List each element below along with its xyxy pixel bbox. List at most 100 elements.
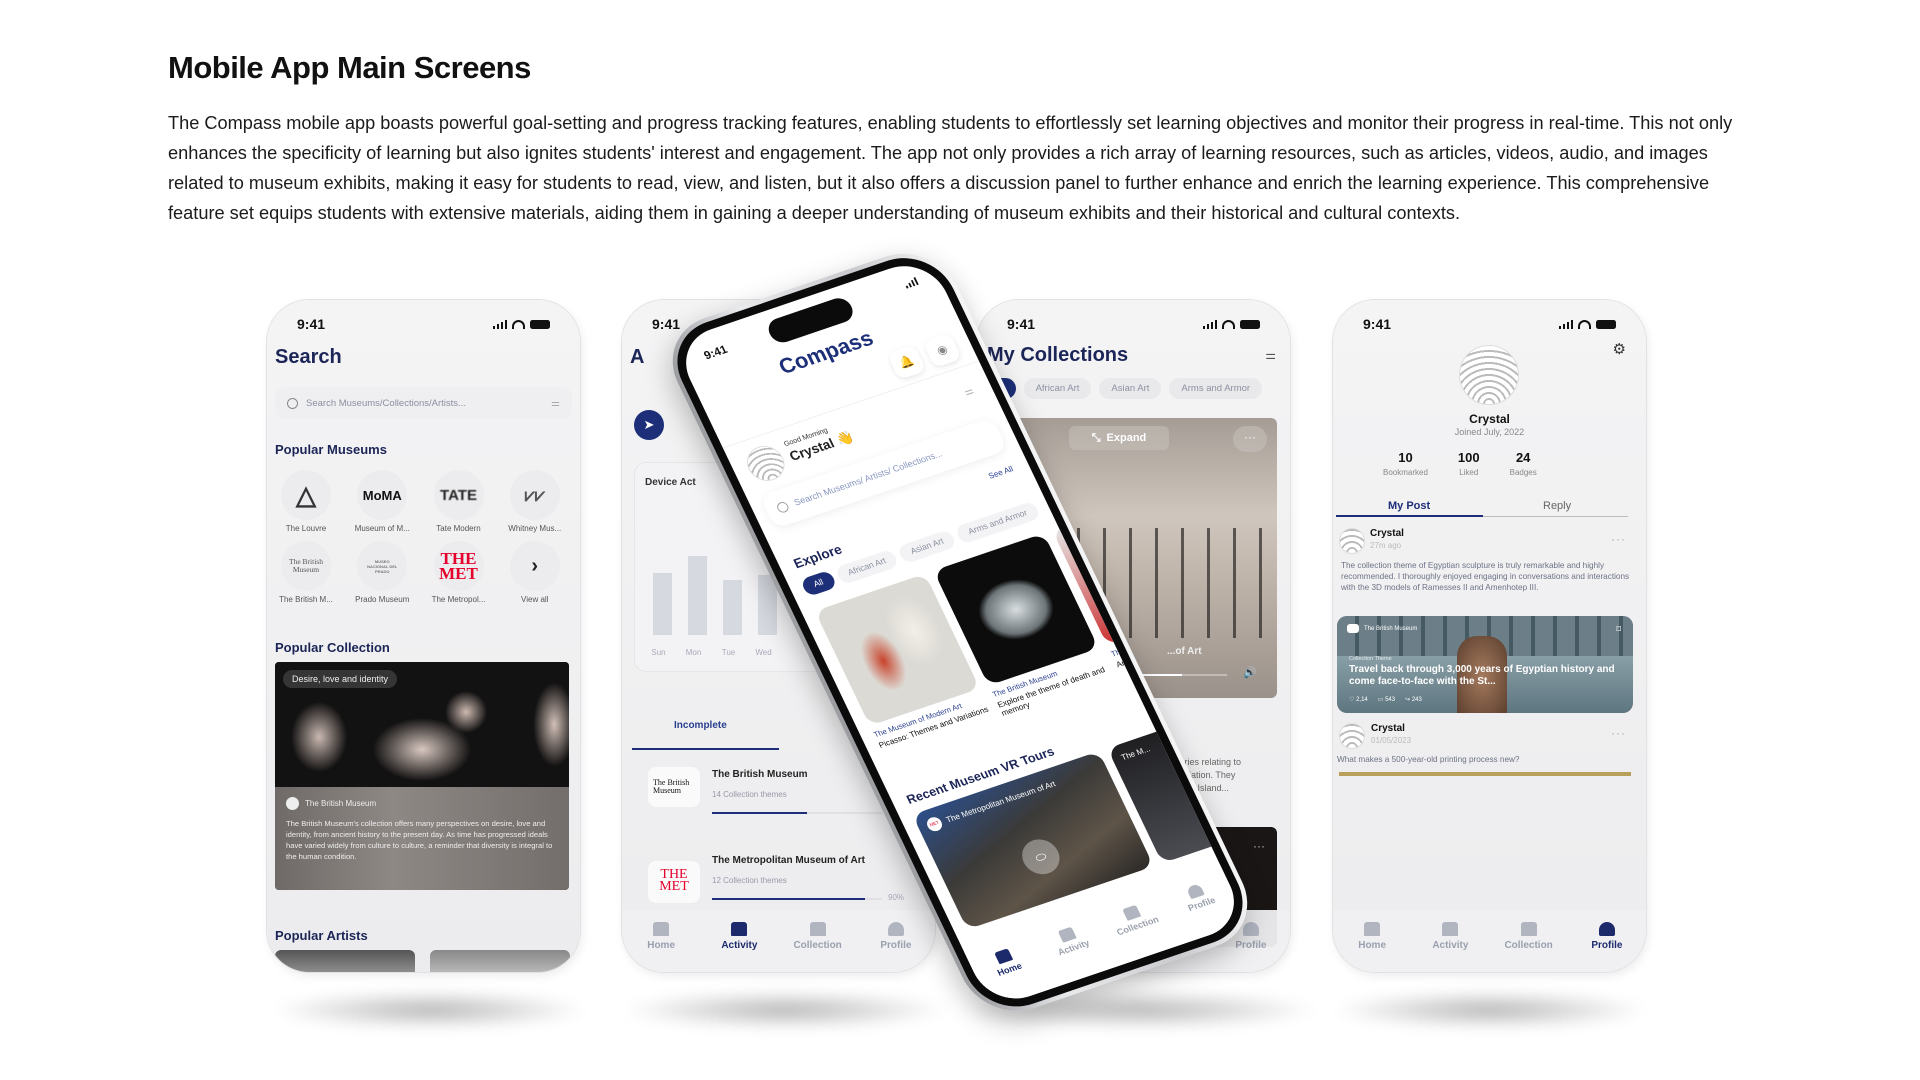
post-author: Crystal	[1370, 528, 1404, 539]
bookmark-icon[interactable]: ⌑	[1616, 624, 1621, 635]
more-options-button[interactable]: ···	[1253, 839, 1265, 853]
british-museum-logo: The British Museum	[648, 767, 700, 807]
museum-grid: △ The Louvre MoMA Museum of M... TATE Tate …	[271, 470, 576, 604]
progress-bar	[712, 812, 882, 814]
navigation-icon[interactable]: ➤	[634, 410, 664, 440]
museum-met[interactable]: THE MET The Metropol...	[424, 541, 494, 604]
museum-whitney[interactable]: ⩗⩗ Whitney Mus...	[500, 470, 570, 533]
user-avatar[interactable]	[740, 441, 791, 486]
view-all-museums[interactable]: › View all	[500, 541, 570, 604]
tab-home[interactable]: Home	[1342, 922, 1402, 972]
post-shared-card[interactable]: The British Museum ⌑ Collection Theme Tr…	[1337, 616, 1633, 713]
museum-name[interactable]: The British Museum	[712, 769, 808, 780]
tab-profile[interactable]: Profile	[1167, 877, 1241, 942]
tab-profile[interactable]: Profile	[1577, 922, 1637, 972]
british-museum-logo: The British Museum	[281, 541, 331, 591]
chip-asian-art[interactable]: Asian Art	[1099, 378, 1162, 399]
museum-themes-count: 12 Collection themes	[712, 876, 787, 885]
chip-african-art[interactable]: African Art	[1023, 378, 1092, 399]
popular-artists-heading: Popular Artists	[275, 928, 368, 943]
stat-bookmarked[interactable]: 10 Bookmarked	[1383, 450, 1428, 477]
collection-text: The British Museum's collection offers m…	[286, 819, 553, 861]
filter-icon[interactable]: ⚌	[1265, 348, 1276, 362]
signal-icon	[1558, 319, 1573, 329]
chip-all[interactable]: All	[799, 569, 838, 598]
post-time: 01/05/2023	[1371, 736, 1412, 745]
chevron-right-icon: ›	[509, 541, 560, 591]
home-icon	[653, 922, 670, 936]
screen-title: A	[630, 346, 645, 368]
museum-name[interactable]: The Metropolitan Museum of Art	[712, 855, 865, 866]
status-time: 9:41	[701, 342, 730, 363]
post-author-avatar[interactable]	[1339, 528, 1365, 554]
status-bar: 9:41	[1007, 316, 1260, 332]
screen-title: My Collections	[987, 344, 1129, 366]
tab-collection[interactable]: Collection	[1499, 922, 1559, 972]
museum-moma[interactable]: MoMA Museum of M...	[347, 470, 417, 533]
museum-louvre[interactable]: △ The Louvre	[271, 470, 341, 533]
filter-icon[interactable]: ⚌	[551, 398, 560, 409]
tab-home[interactable]: Home	[631, 922, 691, 972]
tab-activity[interactable]: Activity	[709, 922, 769, 972]
tab-home[interactable]: Home	[975, 942, 1049, 1007]
artist-image[interactable]	[430, 950, 570, 972]
museum-british[interactable]: The British Museum The British M...	[271, 541, 341, 604]
see-all-link[interactable]: See All	[987, 464, 1015, 480]
profile-screen-phone: 9:41 ⚙ Crystal Joined July, 2022 10 Bookm…	[1333, 300, 1646, 972]
collection-card-body: The British Museum The British Museum's …	[275, 787, 569, 890]
wifi-icon	[512, 319, 525, 329]
post-author-avatar[interactable]	[1339, 723, 1365, 749]
shares-count: ↪ 243	[1405, 697, 1422, 703]
search-input[interactable]: Search Museums/ Artists/ Collections...	[759, 417, 1008, 529]
museum-prado[interactable]: MUSEO NACIONAL DEL PRADO Prado Museum	[347, 541, 417, 604]
museum-tate[interactable]: TATE Tate Modern	[424, 470, 494, 533]
met-logo: THE MET	[433, 541, 484, 591]
comments-count: ▭ 543	[1377, 697, 1396, 703]
share-icon: ↪	[1405, 697, 1411, 703]
card-engagement: ♡ 2,14 ▭ 543 ↪ 243	[1349, 696, 1422, 703]
vr-headset-icon[interactable]: ◉	[922, 332, 963, 368]
tab-profile[interactable]: Profile	[866, 922, 926, 972]
chip-arms-and-armor[interactable]: Arms and Armor	[1169, 378, 1263, 399]
tab-activity[interactable]: Activity	[1420, 922, 1480, 972]
stat-liked[interactable]: 100 Liked	[1458, 450, 1480, 477]
phone-shadow	[1330, 990, 1650, 1030]
vr-headset-icon[interactable]: ⬭	[1016, 834, 1066, 879]
met-logo: MET	[924, 815, 945, 834]
signal-icon	[492, 319, 507, 329]
settings-gear-icon[interactable]: ⚙	[1613, 340, 1626, 358]
tate-logo: TATE	[433, 470, 484, 520]
tab-my-post[interactable]: My Post	[1388, 500, 1430, 512]
search-input[interactable]: Search Museums/Collections/Artists... ⚌	[275, 387, 572, 419]
stat-badges[interactable]: 24 Badges	[1510, 450, 1537, 477]
category-chips: All African Art Asian Art Arms and Armor	[981, 378, 1263, 399]
status-time: 9:41	[297, 316, 326, 332]
tab-activity[interactable]: Activity	[1039, 920, 1113, 985]
post-more-icon[interactable]: ···	[1611, 726, 1626, 740]
search-screen-phone: 9:41 Search Search Museums/Collections/A…	[267, 300, 580, 972]
collection-tag: Desire, love and identity	[283, 670, 398, 688]
card-kicker: Collection Theme	[1349, 656, 1392, 662]
tab-collection[interactable]: Collection	[1103, 898, 1177, 963]
signal-icon	[1202, 319, 1217, 329]
artist-image[interactable]	[275, 950, 415, 972]
filter-icon[interactable]: ⚌	[962, 384, 975, 398]
status-bar: 9:41	[1363, 316, 1616, 332]
chip-asian-art[interactable]: Asian Art	[896, 528, 958, 565]
volume-icon[interactable]: 🔊	[1243, 666, 1257, 679]
more-options-button[interactable]: ···	[1233, 426, 1267, 452]
post-image[interactable]	[1339, 772, 1631, 776]
collection-card[interactable]: Desire, love and identity The British Mu…	[275, 662, 569, 890]
expand-button[interactable]: ⤡ Expand	[1069, 426, 1169, 450]
phone-shadow	[270, 990, 590, 1030]
tab-reply[interactable]: Reply	[1543, 500, 1571, 512]
popular-museums-heading: Popular Museums	[275, 442, 387, 457]
tab-incomplete[interactable]: Incomplete	[674, 720, 727, 731]
post-more-icon[interactable]: ···	[1611, 532, 1626, 546]
collection-icon	[1121, 904, 1142, 921]
profile-avatar[interactable]	[1459, 345, 1519, 405]
activity-day-labels: Sun Mon Tue Wed	[647, 648, 775, 657]
museum-logo	[1347, 624, 1359, 633]
tab-collection[interactable]: Collection	[788, 922, 848, 972]
notification-bell-icon[interactable]: 🔔	[886, 344, 927, 380]
